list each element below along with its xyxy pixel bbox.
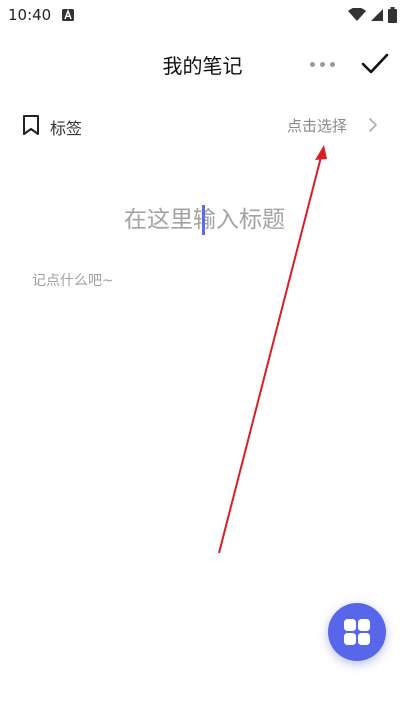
more-dots-icon <box>309 61 315 67</box>
checkmark-icon[interactable] <box>359 48 391 80</box>
grid-icon <box>344 619 370 645</box>
more-button[interactable] <box>305 50 339 78</box>
body-input[interactable] <box>30 268 379 572</box>
chevron-right-icon[interactable] <box>367 116 379 134</box>
text-cursor <box>202 205 205 235</box>
tag-label: 标签 <box>50 119 83 138</box>
status-bar: 10:40 <box>0 0 405 30</box>
more-dot <box>329 61 335 67</box>
battery-icon <box>388 7 397 23</box>
header: 我的笔记 <box>0 40 405 86</box>
notification-a-icon <box>62 9 75 21</box>
status-time: 10:40 <box>8 6 52 24</box>
signal-icon <box>371 9 383 21</box>
bookmark-icon <box>23 115 39 135</box>
more-dot <box>319 61 325 67</box>
grid-menu-button[interactable] <box>328 603 386 661</box>
tag-select-link[interactable]: 点击选择 <box>287 115 347 136</box>
tag-row[interactable]: 标签 点击选择 <box>0 106 405 146</box>
page-title: 我的笔记 <box>162 54 243 78</box>
status-icons <box>348 7 397 23</box>
wifi-icon <box>348 8 366 21</box>
